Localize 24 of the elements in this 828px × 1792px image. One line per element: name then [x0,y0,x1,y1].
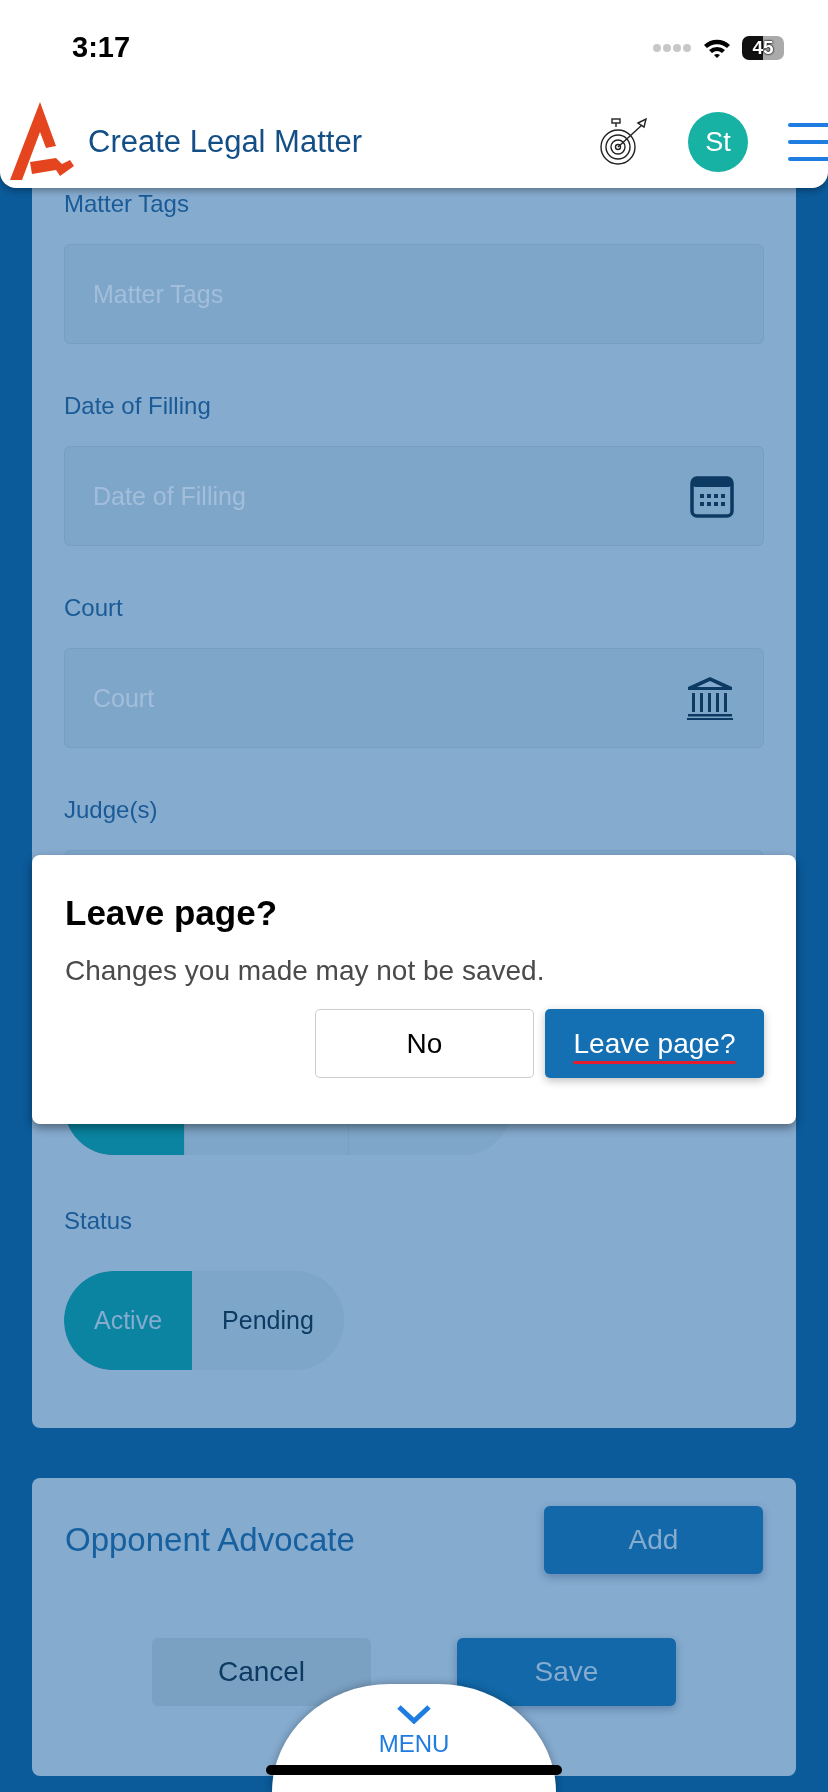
menu-icon [788,121,828,163]
field-label: Court [64,593,124,623]
courthouse-icon [686,676,734,720]
logo-icon [10,102,74,182]
section-title: Opponent Advocate [65,1521,355,1559]
target-timer-icon [600,117,648,167]
field-label: Matter Tags [64,189,190,219]
dialog-title: Leave page? [65,893,279,933]
wifi-icon [702,37,732,59]
field-label: Date of Filling [64,391,212,421]
signal-icon [652,43,692,53]
chevron-down-icon [397,1704,431,1724]
save-button[interactable]: Save [457,1638,676,1706]
field-label: Status [64,1206,134,1236]
calendar-icon [690,474,734,518]
cancel-button[interactable]: Cancel [152,1638,371,1706]
field-label: Judge(s) [64,795,159,825]
dialog-message: Changes you made may not be saved. [65,955,546,987]
add-button[interactable]: Add [544,1506,763,1574]
no-button[interactable]: No [315,1009,534,1078]
leave-button[interactable]: Leave page? [545,1009,764,1078]
clock-time: 3:17 [72,30,131,65]
user-avatar[interactable]: St [688,112,748,172]
page-title: Create Legal Matter [88,124,363,160]
